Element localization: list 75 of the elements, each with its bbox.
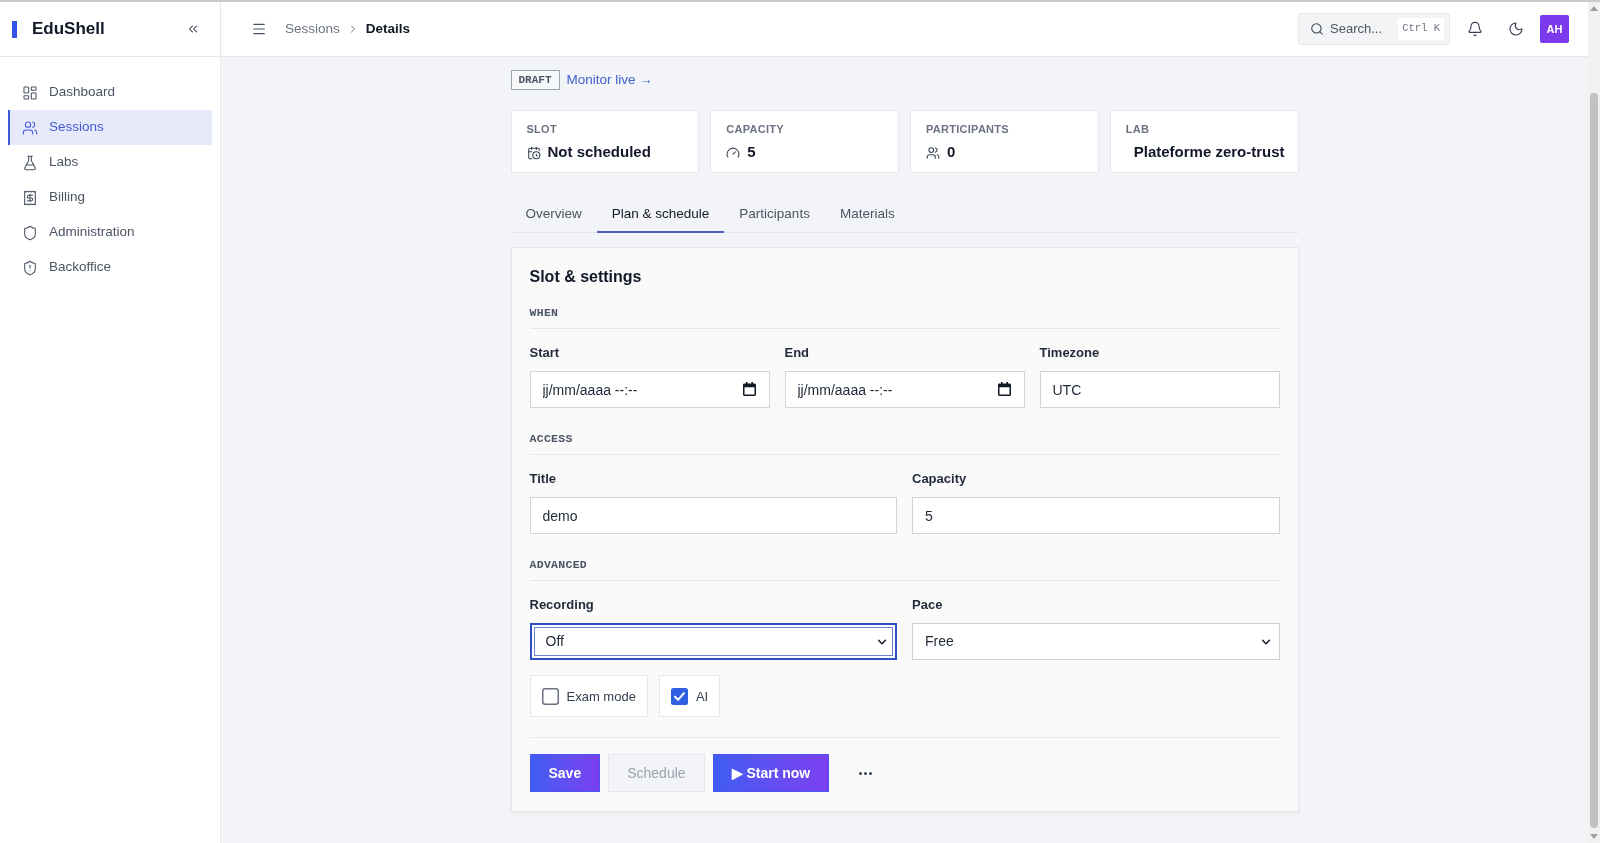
stat-label: LAB bbox=[1125, 122, 1151, 137]
brand-name: EduShell bbox=[32, 18, 105, 41]
tab[interactable]: Overview bbox=[510, 196, 597, 234]
shield-icon bbox=[22, 224, 38, 241]
calendar-clock-icon bbox=[526, 145, 541, 160]
stat-value: Plateforme zero-trust bbox=[1132, 142, 1285, 163]
text-field[interactable]: 5 bbox=[912, 497, 1280, 535]
stat-value: 5 bbox=[747, 142, 756, 163]
text-field[interactable]: demo bbox=[529, 497, 897, 535]
status-tag: DRAFT bbox=[510, 70, 560, 91]
card-title: Slot & settings bbox=[529, 267, 643, 288]
gauge-icon bbox=[726, 145, 741, 160]
calendar-icon bbox=[997, 382, 1011, 397]
stat-label: PARTICIPANTS bbox=[926, 122, 1010, 137]
flask-icon bbox=[22, 154, 38, 171]
stat-value: Not scheduled bbox=[547, 142, 651, 163]
checkbox-option[interactable]: Exam mode bbox=[529, 675, 648, 718]
section-heading: WHEN bbox=[529, 305, 1280, 330]
nav-item[interactable]: Administration bbox=[8, 215, 212, 250]
field-label: Start bbox=[529, 344, 561, 363]
ellipsis-icon bbox=[859, 771, 873, 775]
bell-icon bbox=[1467, 21, 1483, 37]
shield-alert-icon bbox=[22, 259, 38, 276]
stat-label: CAPACITY bbox=[726, 122, 785, 137]
field-label: End bbox=[784, 344, 811, 363]
field-label: Recording bbox=[529, 596, 595, 615]
datetime-field[interactable]: jj/mm/aaaa --:-- bbox=[529, 371, 770, 409]
select-field[interactable]: Off bbox=[529, 623, 897, 661]
field-label: Pace bbox=[912, 596, 944, 615]
menu-icon bbox=[251, 21, 267, 37]
stat-value: 0 bbox=[947, 142, 956, 163]
nav-item[interactable]: Billing bbox=[8, 180, 212, 215]
notifications-button[interactable] bbox=[1467, 21, 1483, 37]
datetime-field[interactable]: jj/mm/aaaa --:-- bbox=[784, 371, 1025, 409]
text-field[interactable]: UTC bbox=[1039, 371, 1280, 409]
checkbox-option[interactable]: AI bbox=[658, 675, 721, 718]
shortcut-key: Ctrl K bbox=[1398, 18, 1444, 40]
checkbox[interactable] bbox=[670, 687, 688, 705]
menu-button[interactable] bbox=[251, 21, 267, 37]
receipt-icon bbox=[22, 189, 38, 206]
field-label: Capacity bbox=[912, 470, 968, 489]
search-icon bbox=[1310, 22, 1324, 36]
nav-item[interactable]: Backoffice bbox=[8, 250, 212, 285]
grid-icon bbox=[22, 84, 38, 101]
user-avatar[interactable]: AH bbox=[1540, 15, 1569, 43]
breadcrumb-link[interactable]: Sessions bbox=[285, 18, 340, 40]
calendar-icon bbox=[742, 382, 756, 397]
action-button[interactable]: ▶ Start now bbox=[712, 754, 830, 793]
action-button[interactable]: Save bbox=[529, 754, 601, 793]
breadcrumb-current: Details bbox=[365, 19, 411, 38]
double-chevron-left-icon bbox=[186, 22, 200, 36]
scroll-down-icon bbox=[1590, 834, 1598, 839]
field-label: Timezone bbox=[1039, 344, 1101, 363]
select-field[interactable]: Free bbox=[912, 623, 1280, 661]
nav-item[interactable]: Sessions bbox=[8, 110, 212, 145]
field-label: Title bbox=[529, 470, 557, 489]
tab[interactable]: Participants bbox=[724, 196, 825, 234]
tab[interactable]: Plan & schedule bbox=[596, 196, 725, 234]
tab[interactable]: Materials bbox=[824, 196, 910, 234]
stat-label: SLOT bbox=[526, 122, 558, 137]
nav-item[interactable]: Dashboard bbox=[8, 75, 212, 110]
scrollbar[interactable] bbox=[1588, 2, 1600, 843]
moon-icon bbox=[1508, 21, 1524, 37]
nav-item[interactable]: Labs bbox=[8, 145, 212, 180]
search-field[interactable]: Search... Ctrl K bbox=[1298, 13, 1450, 45]
scrollbar-thumb[interactable] bbox=[1590, 93, 1598, 828]
checkbox[interactable] bbox=[541, 687, 559, 705]
scroll-up-icon bbox=[1590, 6, 1598, 11]
theme-toggle-button[interactable] bbox=[1508, 21, 1524, 37]
logo-mark-icon bbox=[12, 20, 17, 38]
section-heading: ADVANCED bbox=[529, 557, 1280, 582]
users-icon bbox=[22, 119, 38, 136]
users-icon bbox=[926, 145, 940, 160]
monitor-link[interactable]: Monitor live → bbox=[566, 70, 653, 91]
section-heading: ACCESS bbox=[529, 431, 1280, 456]
